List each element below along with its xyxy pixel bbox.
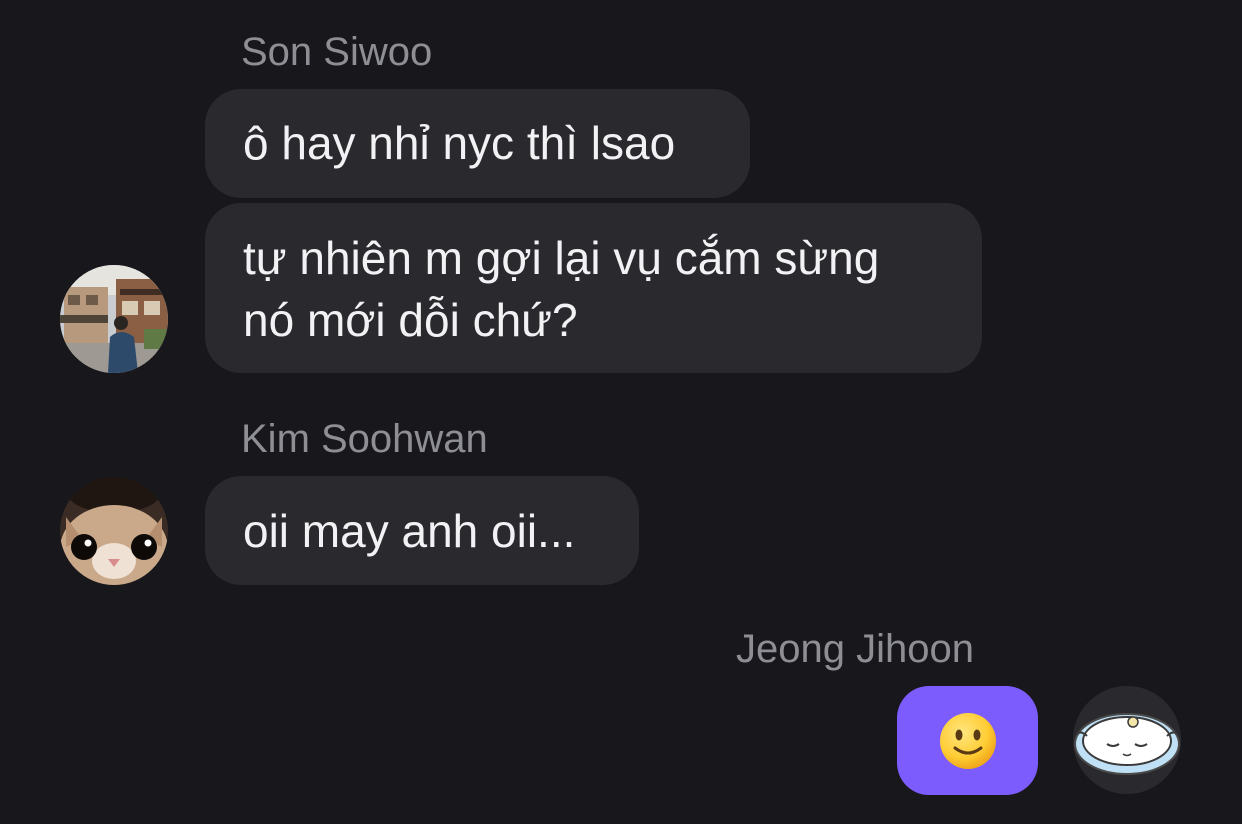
slightly-smiling-face-icon	[939, 712, 996, 769]
profile-photo-cat-icon	[60, 477, 168, 585]
message-text: nó mới dỗi chứ?	[243, 294, 578, 346]
message-text: oii may anh oii...	[243, 505, 576, 557]
message-bubble[interactable]: ô hay nhỉ nyc thì lsao	[205, 89, 750, 198]
profile-sticker-seal-icon	[1073, 686, 1181, 794]
profile-photo-street-icon	[60, 265, 168, 373]
sender-name-jeong-jihoon: Jeong Jihoon	[736, 627, 974, 671]
avatar-kim-soohwan[interactable]	[60, 477, 168, 585]
message-bubble-emoji[interactable]	[897, 686, 1038, 795]
avatar-son-siwoo[interactable]	[60, 265, 168, 373]
sender-name-kim-soohwan: Kim Soohwan	[241, 417, 488, 461]
message-text: tự nhiên m gợi lại vụ cắm sừng	[243, 232, 880, 284]
avatar-jeong-jihoon[interactable]	[1073, 686, 1181, 794]
message-text: ô hay nhỉ nyc thì lsao	[243, 117, 676, 169]
sender-name-son-siwoo: Son Siwoo	[241, 30, 433, 74]
message-bubble[interactable]: oii may anh oii...	[205, 476, 639, 585]
message-bubble[interactable]: tự nhiên m gợi lại vụ cắm sừng nó mới dỗ…	[205, 203, 982, 373]
